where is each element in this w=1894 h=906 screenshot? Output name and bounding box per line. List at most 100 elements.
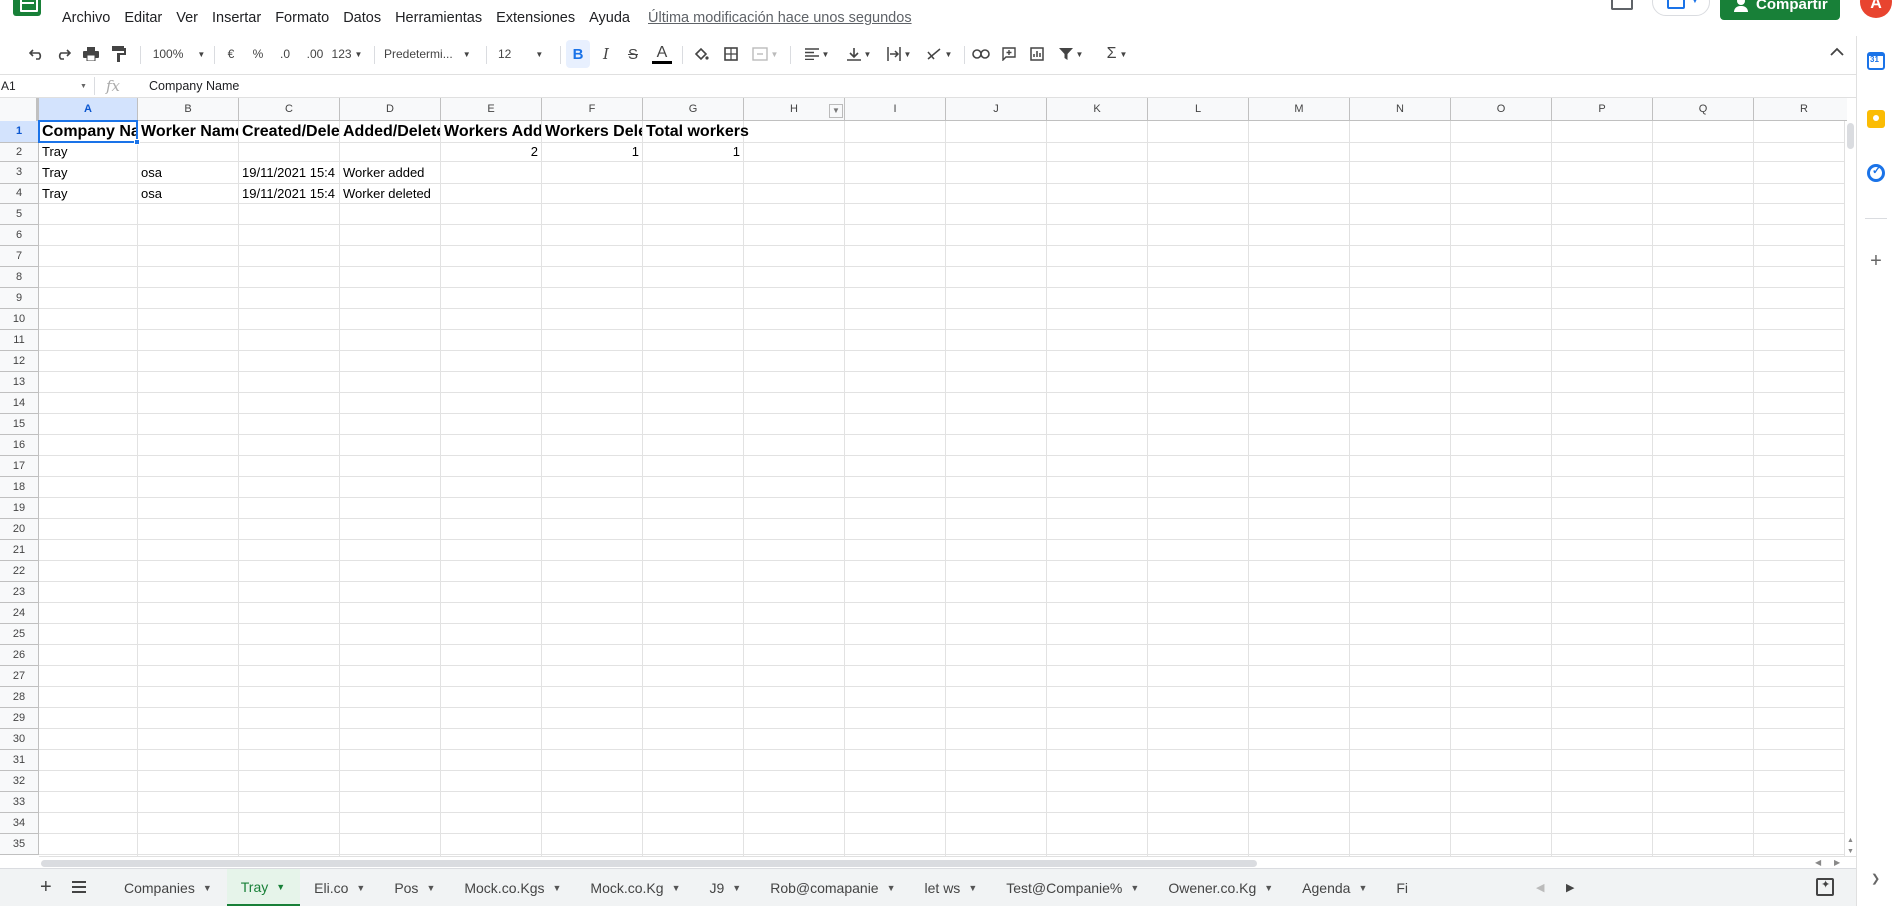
scroll-right-icon[interactable]: ▶ bbox=[1834, 858, 1840, 867]
vertical-scrollbar[interactable]: ▲ ▼ bbox=[1844, 121, 1856, 856]
undo-icon[interactable] bbox=[26, 40, 48, 68]
column-header-b[interactable]: B bbox=[138, 98, 239, 121]
bold-button[interactable]: B bbox=[566, 40, 590, 68]
row-header-28[interactable]: 28 bbox=[0, 687, 39, 708]
cell-b1[interactable]: Worker Name bbox=[138, 121, 238, 142]
row-header-5[interactable]: 5 bbox=[0, 204, 39, 225]
row-header-1[interactable]: 1 bbox=[0, 121, 39, 143]
text-color-button[interactable]: A bbox=[650, 40, 674, 68]
row-header-3[interactable]: 3 bbox=[0, 162, 39, 184]
collapse-toolbar-icon[interactable] bbox=[1830, 44, 1844, 59]
row-header-20[interactable]: 20 bbox=[0, 519, 39, 540]
column-header-g[interactable]: G bbox=[643, 98, 744, 121]
insert-chart-icon[interactable] bbox=[1026, 40, 1048, 68]
column-header-k[interactable]: K bbox=[1047, 98, 1148, 121]
column-header-q[interactable]: Q bbox=[1653, 98, 1754, 121]
get-addons-icon[interactable]: + bbox=[1867, 251, 1885, 271]
sheet-tab[interactable]: Tray ▼ bbox=[226, 869, 301, 906]
sheet-tab[interactable]: Owener.co.Kg ▼ bbox=[1154, 869, 1288, 906]
column-header-c[interactable]: C bbox=[239, 98, 340, 121]
chevron-down-icon[interactable]: ▼ bbox=[887, 870, 896, 906]
merge-cells-icon[interactable]: ▼ bbox=[748, 40, 782, 68]
chevron-down-icon[interactable]: ▼ bbox=[356, 870, 365, 906]
menu-archivo[interactable]: Archivo bbox=[62, 9, 117, 27]
column-header-o[interactable]: O bbox=[1451, 98, 1552, 121]
sheet-tab[interactable]: let ws ▼ bbox=[911, 869, 993, 906]
chevron-down-icon[interactable]: ▼ bbox=[1264, 870, 1273, 906]
row-header-32[interactable]: 32 bbox=[0, 771, 39, 792]
currency-button[interactable]: € bbox=[222, 40, 240, 68]
column-header-a[interactable]: A bbox=[39, 98, 138, 121]
row-header-13[interactable]: 13 bbox=[0, 372, 39, 393]
functions-button[interactable]: Σ ▼ bbox=[1100, 40, 1134, 68]
insert-comment-icon[interactable] bbox=[998, 40, 1020, 68]
print-icon[interactable] bbox=[80, 40, 102, 68]
expand-panel-icon[interactable]: ❯ bbox=[1871, 872, 1880, 885]
row-header-35[interactable]: 35 bbox=[0, 834, 39, 855]
tasks-icon[interactable] bbox=[1867, 164, 1885, 182]
row-header-11[interactable]: 11 bbox=[0, 330, 39, 351]
cell-c4[interactable]: 19/11/2021 15:4 bbox=[239, 184, 339, 203]
sheet-tab[interactable]: Test@Companie% ▼ bbox=[992, 869, 1154, 906]
tab-scroll-left-icon[interactable]: ◀ bbox=[1536, 881, 1544, 894]
row-header-17[interactable]: 17 bbox=[0, 456, 39, 477]
row-header-12[interactable]: 12 bbox=[0, 351, 39, 372]
menu-extensiones[interactable]: Extensiones bbox=[489, 9, 582, 27]
chevron-down-icon[interactable]: ▼ bbox=[732, 870, 741, 906]
chevron-down-icon[interactable]: ▼ bbox=[672, 870, 681, 906]
menu-ver[interactable]: Ver bbox=[169, 9, 205, 27]
formula-input[interactable]: Company Name bbox=[149, 75, 239, 97]
menu-insertar[interactable]: Insertar bbox=[205, 9, 268, 27]
insert-link-icon[interactable] bbox=[970, 40, 992, 68]
chevron-down-icon[interactable]: ▼ bbox=[426, 870, 435, 906]
row-header-8[interactable]: 8 bbox=[0, 267, 39, 288]
cell-d4[interactable]: Worker deleted bbox=[340, 184, 440, 203]
row-header-19[interactable]: 19 bbox=[0, 498, 39, 519]
sheets-logo-icon[interactable] bbox=[13, 0, 41, 16]
row-header-26[interactable]: 26 bbox=[0, 645, 39, 666]
avatar[interactable]: A bbox=[1860, 0, 1892, 18]
menu-datos[interactable]: Datos bbox=[336, 9, 388, 27]
row-header-25[interactable]: 25 bbox=[0, 624, 39, 645]
menu-ayuda[interactable]: Ayuda bbox=[582, 9, 637, 27]
redo-icon[interactable] bbox=[52, 40, 74, 68]
cell-f2[interactable]: 1 bbox=[542, 143, 642, 161]
cell-f1[interactable]: Workers Deleted bbox=[542, 121, 642, 142]
column-h-filter-icon[interactable]: ▼ bbox=[829, 104, 843, 118]
cell-c3[interactable]: 19/11/2021 15:4 bbox=[239, 162, 339, 183]
scroll-down-icon[interactable]: ▼ bbox=[1847, 848, 1854, 855]
sheet-tab[interactable]: Mock.co.Kgs ▼ bbox=[450, 869, 576, 906]
row-header-16[interactable]: 16 bbox=[0, 435, 39, 456]
row-header-4[interactable]: 4 bbox=[0, 184, 39, 204]
chevron-down-icon[interactable]: ▼ bbox=[276, 869, 285, 905]
scroll-up-icon[interactable]: ▲ bbox=[1847, 837, 1854, 844]
cell-d3[interactable]: Worker added bbox=[340, 162, 440, 183]
column-header-i[interactable]: I bbox=[845, 98, 946, 121]
sheet-tab[interactable]: Pos ▼ bbox=[380, 869, 450, 906]
menu-herramientas[interactable]: Herramientas bbox=[388, 9, 489, 27]
increase-decimals-button[interactable]: .00 bbox=[303, 40, 327, 68]
cell-a3[interactable]: Tray bbox=[39, 162, 137, 183]
decrease-decimals-button[interactable]: .0 bbox=[275, 40, 295, 68]
column-header-n[interactable]: N bbox=[1350, 98, 1451, 121]
chevron-down-icon[interactable]: ▼ bbox=[968, 870, 977, 906]
row-header-29[interactable]: 29 bbox=[0, 708, 39, 729]
row-header-27[interactable]: 27 bbox=[0, 666, 39, 687]
calendar-icon[interactable]: 31 bbox=[1867, 52, 1885, 70]
all-sheets-icon[interactable] bbox=[72, 881, 86, 893]
cell-a2[interactable]: Tray bbox=[39, 143, 137, 161]
cell-e2[interactable]: 2 bbox=[441, 143, 541, 161]
italic-button[interactable]: I bbox=[596, 40, 616, 68]
scroll-left-icon[interactable]: ◀ bbox=[1815, 858, 1821, 867]
chevron-down-icon[interactable]: ▼ bbox=[1130, 870, 1139, 906]
select-all-corner[interactable] bbox=[0, 98, 39, 121]
horizontal-scroll-thumb[interactable] bbox=[41, 860, 1257, 867]
sheet-tab[interactable]: Rob@comapanie ▼ bbox=[756, 869, 910, 906]
cell-b3[interactable]: osa bbox=[138, 162, 238, 183]
row-header-31[interactable]: 31 bbox=[0, 750, 39, 771]
text-rotation-icon[interactable]: ▼ bbox=[922, 40, 956, 68]
cell-g2[interactable]: 1 bbox=[643, 143, 743, 161]
filter-icon[interactable]: ▼ bbox=[1054, 40, 1088, 68]
comments-icon[interactable] bbox=[1611, 0, 1633, 10]
column-header-p[interactable]: P bbox=[1552, 98, 1653, 121]
